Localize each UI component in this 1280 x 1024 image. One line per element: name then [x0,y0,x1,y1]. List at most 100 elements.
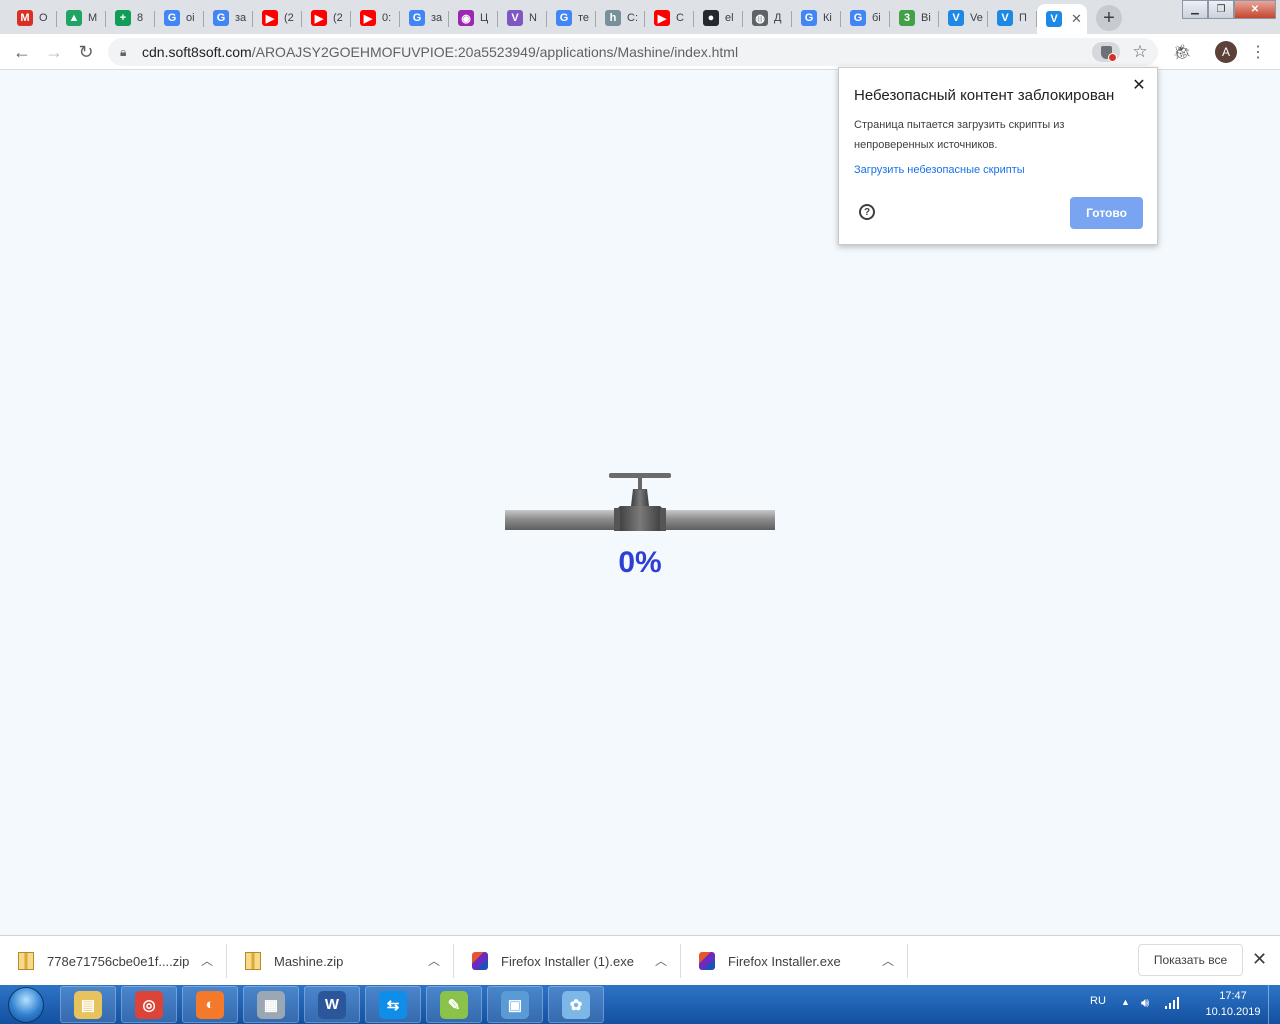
browser-tab[interactable]: 3 Ві [890,4,939,32]
profile-avatar[interactable]: A [1215,41,1237,63]
tab-title: 8 [137,12,144,24]
download-filename: Mashine.zip [274,953,344,969]
taskbar-app-button[interactable]: ▦ [243,986,299,1023]
taskbar-app-button[interactable]: ▤ [60,986,116,1023]
new-tab-button[interactable]: + [1096,5,1122,31]
network-icon[interactable] [1165,997,1181,1009]
tab-title: оі [186,12,195,24]
tab-title: те [578,12,590,24]
browser-tab[interactable]: Gза [204,4,253,32]
extension-icon[interactable]: 🐞︎ [1170,40,1194,64]
forward-arrow-icon[interactable]: → [42,40,66,64]
download-item[interactable]: Mashine.zip ︿ [227,936,454,986]
volume-icon[interactable]: 🔊︎ [1141,995,1149,1011]
browser-tab[interactable]: VN [498,4,547,32]
taskbar-app-button[interactable]: ⇆ [365,986,421,1023]
close-shelf-icon[interactable]: ✕ [1252,949,1267,970]
tab-close-icon[interactable]: ✕ [1071,11,1082,27]
taskbar-app-button[interactable]: ✎ [426,986,482,1023]
valve-flange-right [660,508,666,531]
popup-close-icon[interactable]: ✕ [1129,75,1149,95]
browser-tab[interactable]: MО [8,4,57,32]
tab-title: П [1019,12,1027,24]
browser-tab[interactable]: h С: [596,4,645,32]
valve-handwheel [609,473,671,478]
blocked-content-badge[interactable] [1092,42,1120,62]
address-bar[interactable]: 🔒︎ cdn.soft8soft.com/AROAJSY2GOEHMOFUVPI… [108,38,1158,66]
browser-tab[interactable]: G Кі [792,4,841,32]
bookmark-star-icon[interactable]: ☆ [1128,40,1152,64]
blender-icon: ◐ [196,990,224,1019]
teamviewer-icon: ⇆ [379,990,407,1019]
taskbar-app-button[interactable]: ◎ [121,986,177,1023]
taskbar-app-button[interactable]: ✿ [548,986,604,1023]
language-indicator[interactable]: RU [1090,995,1106,1007]
browser-tab[interactable]: ▶ (2 [253,4,302,32]
browser-tab[interactable]: ◉ Ц [449,4,498,32]
valve-stem [638,476,642,490]
browser-tab[interactable]: ● el [694,4,743,32]
back-arrow-icon[interactable]: ← [10,40,34,64]
youtube-icon: ▶ [262,10,278,26]
gmail-icon: M [17,10,33,26]
clock-date[interactable]: 10.10.2019 [1197,1006,1269,1018]
chevron-up-icon[interactable]: ︿ [882,952,894,969]
shield-blocked-icon [1100,45,1117,62]
google-icon: G [164,10,180,26]
windows-taskbar: ▤ ◎ ◐ ▦ W ⇆ ✎ ▣ ✿ RU ▲ 🔊︎ 17:47 10.10.2019 [0,985,1280,1024]
window-close-button[interactable]: ✕ [1234,0,1276,19]
download-filename: 778e71756cbe0e1f....zip [47,953,190,969]
lock-icon[interactable]: 🔒︎ [120,45,136,60]
chevron-up-icon[interactable]: ︿ [201,952,213,969]
reload-icon[interactable]: ↻ [74,40,98,64]
download-item[interactable]: Firefox Installer (1).exe ︿ [454,936,681,986]
habr-icon: h [605,10,621,26]
browser-tab[interactable]: V Ve [939,4,988,32]
browser-tab[interactable]: ▶ (2 [302,4,351,32]
taskbar-app-button[interactable]: W [304,986,360,1023]
browser-tab[interactable]: Gоі [155,4,204,32]
load-unsafe-scripts-link[interactable]: Загрузить небезопасные скрипты [854,164,1025,176]
browser-tab[interactable]: ▶ С [645,4,694,32]
tab-title: (2 [284,12,294,24]
menu-dots-icon[interactable]: ⋮ [1246,40,1270,64]
start-button[interactable] [8,987,44,1023]
show-all-downloads-button[interactable]: Показать все [1138,944,1243,976]
tab-title: за [431,12,443,24]
tray-expand-icon[interactable]: ▲ [1121,997,1130,1007]
tab-title: М [88,12,98,24]
loading-progress-text: 0% [618,546,662,579]
browser-tab[interactable]: +8 [106,4,155,32]
github-icon: ● [703,10,719,26]
clock-time[interactable]: 17:47 [1203,990,1263,1002]
url-host: cdn.soft8soft.com [142,44,252,60]
browser-tab[interactable]: Gте [547,4,596,32]
tab-title: 0: [382,12,392,24]
browser-tab[interactable]: ▲ М [57,4,106,32]
browser-tab[interactable]: Gбі [841,4,890,32]
maximize-button[interactable]: ❐ [1208,0,1234,19]
tab-title: Ц [480,12,489,24]
done-button[interactable]: Готово [1070,197,1143,229]
minimize-button[interactable]: ▁ [1182,0,1208,19]
google-icon: G [213,10,229,26]
download-filename: Firefox Installer.exe [728,953,841,969]
browser-tab[interactable]: V ✕ [1037,4,1087,34]
taskbar-app-button[interactable]: ◐ [182,986,238,1023]
show-desktop-button[interactable] [1268,985,1280,1024]
browser-tab[interactable]: VП [988,4,1037,32]
browser-tab[interactable]: ◍ Д [743,4,792,32]
download-item[interactable]: Firefox Installer.exe ︿ [681,936,908,986]
zip-file-icon [245,952,261,970]
chevron-up-icon[interactable]: ︿ [655,952,667,969]
url-text[interactable]: cdn.soft8soft.com/AROAJSY2GOEHMOFUVPIOE:… [142,44,738,60]
taskbar-app-button[interactable]: ▣ [487,986,543,1023]
download-item[interactable]: 778e71756cbe0e1f....zip ︿ [0,936,227,986]
youtube-icon: ▶ [654,10,670,26]
help-icon[interactable]: ? [859,204,875,220]
browser-tab[interactable]: Gза [400,4,449,32]
chevron-up-icon[interactable]: ︿ [428,952,440,969]
download-shelf: 778e71756cbe0e1f....zip ︿ Mashine.zip ︿ Fire… [0,935,1280,985]
tab-title: за [235,12,247,24]
browser-tab[interactable]: ▶ 0: [351,4,400,32]
